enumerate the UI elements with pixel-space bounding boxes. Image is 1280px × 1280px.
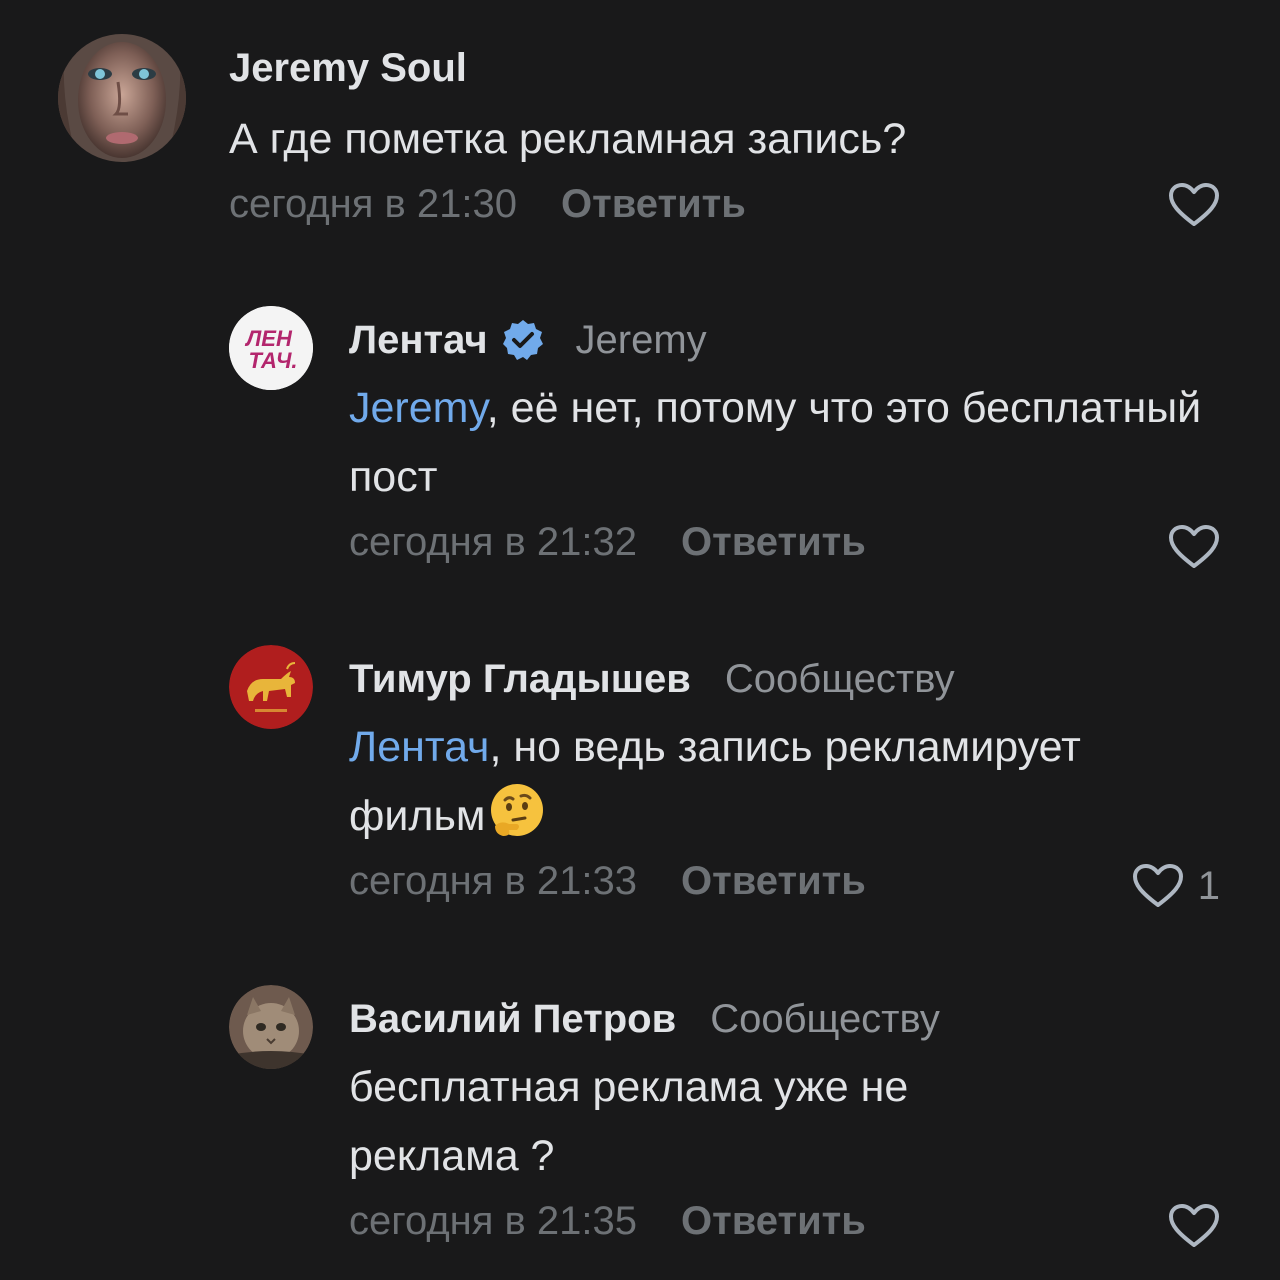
- comment-timur: Тимур Гладышев Сообществу Лентач, но вед…: [0, 645, 1280, 915]
- comment-meta: сегодня в 21:30 Ответить: [229, 174, 1219, 234]
- mention-link[interactable]: Jeremy: [349, 384, 487, 432]
- reply-button[interactable]: Ответить: [561, 182, 746, 227]
- author-name[interactable]: Василий Петров: [349, 997, 676, 1042]
- thinking-face-icon: [491, 784, 544, 836]
- avatar[interactable]: ЛЕН ТАЧ.: [229, 306, 313, 390]
- reply-to-name[interactable]: Jeremy: [576, 318, 707, 363]
- comment-date[interactable]: сегодня в 21:33: [349, 859, 637, 904]
- svg-text:ТАЧ.: ТАЧ.: [248, 348, 297, 373]
- comment-header: Лентач Jeremy: [349, 314, 1219, 366]
- comment-vasily: Василий Петров Сообществу бесплатная рек…: [0, 985, 1280, 1255]
- like-button[interactable]: [1168, 1203, 1220, 1249]
- avatar[interactable]: [58, 34, 186, 162]
- comment-meta: сегодня в 21:32 Ответить: [349, 512, 1219, 572]
- comment-jeremy-soul: Jeremy Soul А где пометка рекламная запи…: [0, 34, 1280, 234]
- comment-text: А где пометка рекламная запись?: [229, 115, 907, 163]
- lentach-logo-icon: ЛЕН ТАЧ.: [229, 306, 313, 390]
- like-count: 1: [1197, 863, 1220, 908]
- comment-body: Лентач Jeremy Jeremy, её нет, потому что…: [349, 314, 1219, 572]
- reply-button[interactable]: Ответить: [681, 859, 866, 904]
- comment-meta: сегодня в 21:35 Ответить: [349, 1191, 1219, 1251]
- cat-photo-icon: [229, 985, 313, 1069]
- verified-badge-icon: [502, 320, 543, 360]
- comment-date[interactable]: сегодня в 21:32: [349, 520, 637, 565]
- bull-emblem-icon: [229, 645, 313, 729]
- comment-text: бесплатная реклама уже не реклама ?: [349, 1063, 909, 1180]
- author-name[interactable]: Jeremy Soul: [229, 46, 467, 91]
- heart-outline-icon: [1169, 525, 1219, 568]
- reply-to-name[interactable]: Сообществу: [725, 657, 955, 702]
- comment-text: Jeremy, её нет, потому что это бесплатны…: [349, 374, 1219, 512]
- comment-text: Лентач, но ведь запись рекламирует фильм: [349, 713, 1219, 851]
- avatar[interactable]: [229, 985, 313, 1069]
- woman-portrait-icon: [58, 34, 186, 162]
- heart-outline-icon: [1132, 864, 1183, 907]
- comment-body: Jeremy Soul А где пометка рекламная запи…: [229, 42, 1219, 234]
- reply-button[interactable]: Ответить: [681, 1199, 866, 1244]
- reply-to-name[interactable]: Сообществу: [710, 997, 940, 1042]
- comment-meta: сегодня в 21:33 Ответить: [349, 851, 1219, 911]
- like-button[interactable]: [1168, 524, 1220, 570]
- comment-date[interactable]: сегодня в 21:35: [349, 1199, 637, 1244]
- comment-body: Василий Петров Сообществу бесплатная рек…: [349, 993, 1219, 1251]
- heart-outline-icon: [1169, 1204, 1219, 1247]
- comment-header: Тимур Гладышев Сообществу: [349, 653, 1219, 705]
- like-button[interactable]: 1: [1132, 863, 1220, 909]
- author-name[interactable]: Лентач: [349, 318, 488, 363]
- comment-body: Тимур Гладышев Сообществу Лентач, но вед…: [349, 653, 1219, 911]
- avatar[interactable]: [229, 645, 313, 729]
- comment-date[interactable]: сегодня в 21:30: [229, 182, 517, 227]
- comment-header: Василий Петров Сообществу: [349, 993, 1219, 1045]
- mention-link[interactable]: Лентач: [349, 723, 489, 771]
- comment-lentach: ЛЕН ТАЧ. Лентач Jeremy Jeremy, её нет, п…: [0, 306, 1280, 576]
- reply-button[interactable]: Ответить: [681, 520, 866, 565]
- like-button[interactable]: [1168, 182, 1220, 228]
- comment-header: Jeremy Soul: [229, 42, 1219, 94]
- author-name[interactable]: Тимур Гладышев: [349, 657, 691, 702]
- heart-outline-icon: [1169, 183, 1219, 226]
